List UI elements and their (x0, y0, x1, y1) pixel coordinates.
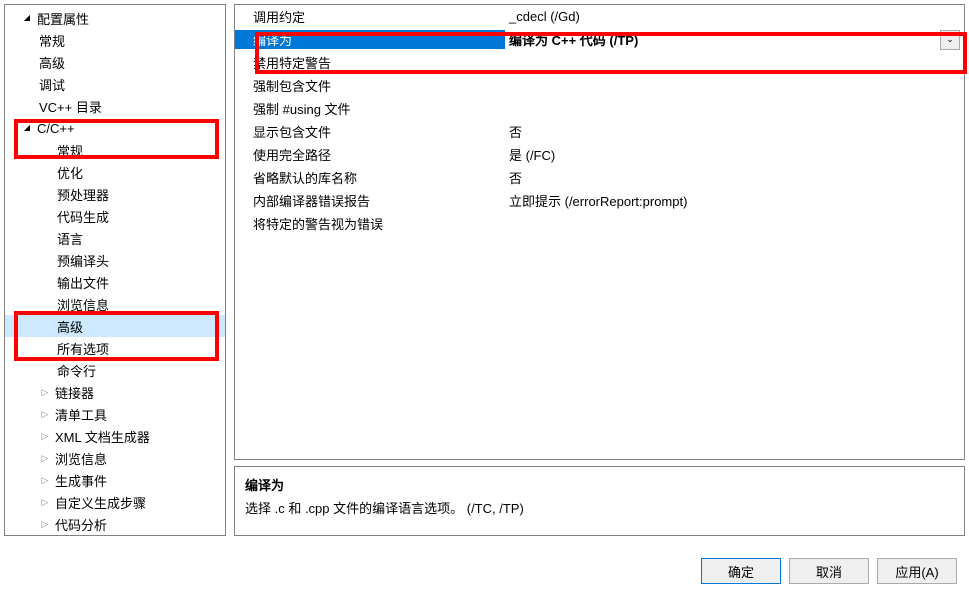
prop-row[interactable]: 禁用特定警告 (235, 51, 964, 74)
desc-title: 编译为 (245, 475, 954, 494)
caret-icon (21, 12, 33, 24)
tree-label: 配置属性 (37, 9, 89, 28)
sidebar-tree: 配置属性 常规 高级 调试 VC++ 目录 C/C++ 常规 优化 预处理器 代… (4, 4, 226, 536)
caret-icon (39, 430, 51, 442)
tree-item[interactable]: 优化 (5, 161, 225, 183)
prop-row[interactable]: 强制 #using 文件 (235, 97, 964, 120)
prop-row[interactable]: 强制包含文件 (235, 74, 964, 97)
ok-button[interactable]: 确定 (701, 558, 781, 584)
desc-text: 选择 .c 和 .cpp 文件的编译语言选项。 (/TC, /TP) (245, 498, 954, 517)
tree-item[interactable]: XML 文档生成器 (5, 425, 225, 447)
tree-item[interactable]: 调试 (5, 73, 225, 95)
tree-item[interactable]: 输出文件 (5, 271, 225, 293)
prop-row[interactable]: 将特定的警告视为错误 (235, 212, 964, 235)
tree-root-config[interactable]: 配置属性 (5, 7, 225, 29)
tree-item[interactable]: 浏览信息 (5, 447, 225, 469)
chevron-down-icon: ⌄ (946, 34, 954, 45)
tree-item[interactable]: 常规 (5, 29, 225, 51)
tree-item[interactable]: 常规 (5, 139, 225, 161)
tree-label: C/C++ (37, 121, 75, 136)
tree-item-advanced[interactable]: 高级 (5, 315, 225, 337)
tree-item[interactable]: 预编译头 (5, 249, 225, 271)
tree-item[interactable]: 生成事件 (5, 469, 225, 491)
prop-row-compile-as[interactable]: 编译为 编译为 C++ 代码 (/TP) ⌄ (235, 28, 964, 51)
prop-row[interactable]: 省略默认的库名称 否 (235, 166, 964, 189)
prop-row[interactable]: 显示包含文件 否 (235, 120, 964, 143)
tree-item[interactable]: 浏览信息 (5, 293, 225, 315)
prop-row[interactable]: 使用完全路径 是 (/FC) (235, 143, 964, 166)
apply-button[interactable]: 应用(A) (877, 558, 957, 584)
tree-cpp-node[interactable]: C/C++ (5, 117, 225, 139)
dialog-buttons: 确定 取消 应用(A) (701, 558, 957, 584)
tree-item[interactable]: 所有选项 (5, 337, 225, 359)
caret-icon (39, 518, 51, 530)
property-grid: 调用约定 _cdecl (/Gd) 编译为 编译为 C++ 代码 (/TP) ⌄… (234, 4, 965, 460)
cancel-button[interactable]: 取消 (789, 558, 869, 584)
tree-item[interactable]: 自定义生成步骤 (5, 491, 225, 513)
description-panel: 编译为 选择 .c 和 .cpp 文件的编译语言选项。 (/TC, /TP) (234, 466, 965, 536)
tree-item[interactable]: 命令行 (5, 359, 225, 381)
tree-item[interactable]: 清单工具 (5, 403, 225, 425)
prop-row[interactable]: 调用约定 _cdecl (/Gd) (235, 5, 964, 28)
caret-icon (39, 408, 51, 420)
caret-icon (39, 496, 51, 508)
tree-item[interactable]: 预处理器 (5, 183, 225, 205)
tree-item[interactable]: 链接器 (5, 381, 225, 403)
caret-icon (39, 474, 51, 486)
caret-icon (39, 386, 51, 398)
dropdown-button[interactable]: ⌄ (940, 30, 960, 50)
tree-item[interactable]: VC++ 目录 (5, 95, 225, 117)
tree-item[interactable]: 代码分析 (5, 513, 225, 535)
caret-icon (39, 452, 51, 464)
tree-item[interactable]: 语言 (5, 227, 225, 249)
prop-row[interactable]: 内部编译器错误报告 立即提示 (/errorReport:prompt) (235, 189, 964, 212)
tree-item[interactable]: 高级 (5, 51, 225, 73)
caret-icon (21, 122, 33, 134)
tree-item[interactable]: 代码生成 (5, 205, 225, 227)
